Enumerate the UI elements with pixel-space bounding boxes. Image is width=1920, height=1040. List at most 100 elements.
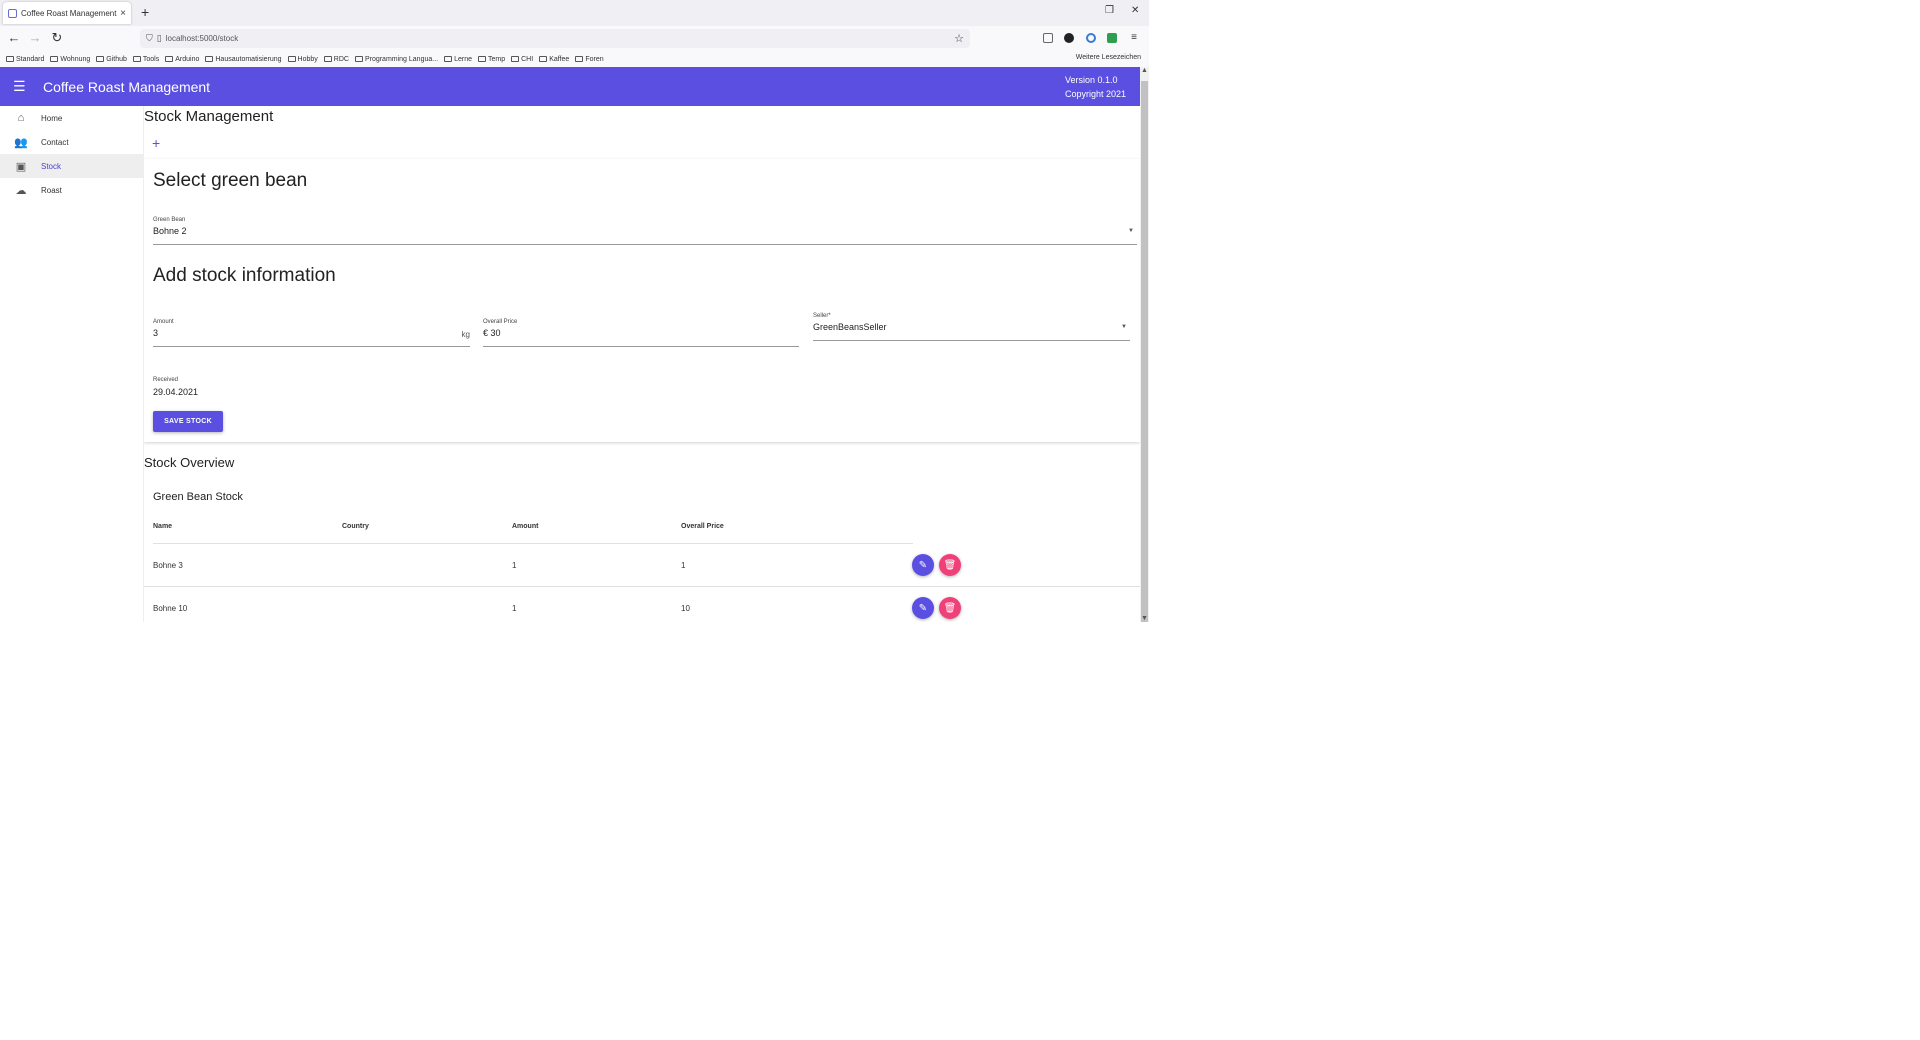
bookmark-item[interactable]: Programming Langua... [354, 56, 438, 63]
bookmark-item[interactable]: Github [96, 56, 127, 63]
forward-icon[interactable]: → [27, 30, 43, 46]
url-text[interactable]: localhost:5000/stock [166, 34, 954, 43]
browser-tab[interactable]: Coffee Roast Management × [3, 2, 131, 24]
extension-green-icon[interactable] [1107, 33, 1117, 43]
page-title: Stock Management [144, 108, 274, 125]
bookmark-item[interactable]: Wohnung [50, 56, 90, 63]
page-scrollbar[interactable]: ▲ ▼ [1140, 67, 1149, 622]
app-title: Coffee Roast Management [43, 79, 211, 95]
stock-overview-heading: Stock Overview [144, 455, 235, 470]
scrollbar-thumb[interactable] [1141, 81, 1148, 622]
dropdown-arrow-icon: ▼ [1121, 324, 1127, 330]
table-row: Bohne 10 1 10 ✎ 🗑 [144, 587, 1140, 622]
cell-overall-price: 10 [681, 604, 690, 613]
green-bean-value: Bohne 2 [153, 226, 187, 236]
bookmark-item[interactable]: Tools [132, 56, 159, 63]
edit-icon[interactable]: ✎ [912, 597, 934, 619]
edit-icon[interactable]: ✎ [912, 554, 934, 576]
save-stock-button[interactable]: SAVE STOCK [153, 411, 223, 432]
restore-window-icon[interactable]: ❐ [1105, 5, 1114, 16]
folder-icon [287, 56, 296, 62]
delete-icon[interactable]: 🗑 [939, 597, 961, 619]
bookmark-item[interactable]: Kaffee [539, 56, 569, 63]
seller-label: Seller* [813, 313, 831, 319]
folder-icon [132, 56, 141, 62]
version-info: Version 0.1.0 Copyright 2021 [1065, 73, 1126, 101]
other-bookmarks[interactable]: Weitere Lesezeichen [1076, 54, 1141, 61]
cell-name: Bohne 10 [153, 604, 188, 613]
folder-icon [6, 56, 14, 62]
delete-icon[interactable]: 🗑 [939, 554, 961, 576]
sidebar-item-label: Stock [41, 161, 62, 171]
folder-icon [323, 56, 332, 62]
new-tab-button[interactable]: + [141, 4, 149, 20]
sidebar-item-contact[interactable]: 👥 Contact [0, 130, 144, 154]
overall-price-label: Overall Price [483, 319, 518, 325]
column-header-name[interactable]: Name [153, 523, 172, 530]
tab-strip: Coffee Roast Management × + ❐ ✕ [0, 0, 1149, 26]
received-value: 29.04.2021 [153, 387, 199, 397]
bookmarks-bar: Standard Wohnung Github Tools Arduino Ha… [0, 51, 1149, 67]
bookmark-item[interactable]: Hobby [287, 56, 318, 63]
seller-value: GreenBeansSeller [813, 322, 887, 332]
folder-icon [205, 56, 214, 62]
column-header-amount[interactable]: Amount [512, 523, 538, 530]
tab-title: Coffee Roast Management [21, 8, 117, 18]
green-bean-stock-title: Green Bean Stock [153, 491, 243, 503]
cell-overall-price: 1 [681, 561, 686, 570]
folder-icon [444, 56, 453, 62]
extension-dark-icon[interactable] [1064, 33, 1074, 43]
bookmark-item[interactable]: Lerne [444, 56, 472, 63]
folder-icon [478, 56, 486, 62]
folder-icon [511, 56, 520, 62]
sidebar-item-label: Roast [41, 185, 62, 195]
column-header-country[interactable]: Country [342, 523, 369, 530]
bookmark-item[interactable]: Arduino [165, 56, 199, 63]
scroll-down-icon[interactable]: ▼ [1140, 615, 1149, 622]
bookmark-item[interactable]: Standard [6, 56, 44, 63]
seller-select[interactable]: Seller* GreenBeansSeller ▼ [813, 313, 1130, 341]
table-row: Bohne 3 1 1 ✎ 🗑 [144, 544, 1140, 587]
folder-icon [165, 56, 174, 62]
version-text: Version 0.1.0 [1064, 75, 1118, 85]
cell-amount: 1 [512, 561, 517, 570]
hamburger-menu-icon[interactable]: ☰ [13, 79, 26, 93]
select-green-bean-heading: Select green bean [153, 170, 308, 191]
tab-close-icon[interactable]: × [120, 8, 126, 19]
received-date-field[interactable]: Received 29.04.2021 [153, 377, 273, 401]
sidebar-item-home[interactable]: ⌂ Home [0, 106, 144, 130]
bookmark-item[interactable]: Foren [575, 56, 604, 63]
cell-amount: 1 [512, 604, 517, 613]
overall-price-value: € 30 [483, 328, 501, 338]
sidebar-item-roast[interactable]: ☁ Roast [0, 178, 144, 202]
app-favicon-icon [8, 8, 17, 18]
scroll-up-icon[interactable]: ▲ [1140, 67, 1149, 74]
amount-value: 3 [153, 328, 159, 338]
add-stock-icon[interactable]: + [152, 135, 160, 151]
copyright-text: Copyright 2021 [1064, 89, 1126, 99]
browser-menu-icon[interactable]: ≡ [1126, 30, 1142, 46]
amount-label: Amount [153, 319, 174, 325]
bookmark-item[interactable]: Hausautomatisierung [205, 56, 282, 63]
bookmark-item[interactable]: Temp [478, 56, 505, 63]
cloud-icon: ☁ [15, 184, 27, 197]
overall-price-field[interactable]: Overall Price € 30 [483, 319, 799, 347]
address-bar[interactable]: ⛉ ▯ localhost:5000/stock ☆ [140, 29, 970, 48]
sidebar-item-stock[interactable]: ▣ Stock [0, 154, 144, 178]
close-window-icon[interactable]: ✕ [1131, 5, 1139, 16]
column-header-overall-price[interactable]: Overall Price [681, 523, 724, 530]
received-label: Received [153, 377, 179, 383]
green-bean-select[interactable]: Green Bean Bohne 2 ▼ [153, 217, 1137, 245]
extension-blue-icon[interactable] [1086, 33, 1096, 43]
amount-field[interactable]: Amount 3 kg [153, 319, 470, 347]
bookmark-item[interactable]: CHI [511, 56, 533, 63]
pocket-icon[interactable] [1043, 33, 1053, 43]
sidebar-item-label: Contact [41, 137, 69, 147]
folder-icon [96, 56, 105, 62]
home-icon: ⌂ [17, 112, 25, 124]
back-icon[interactable]: ← [6, 30, 22, 46]
add-stock-heading: Add stock information [153, 265, 336, 286]
bookmark-star-icon[interactable]: ☆ [954, 32, 964, 45]
reload-icon[interactable]: ↻ [49, 30, 65, 46]
bookmark-item[interactable]: RDC [323, 56, 349, 63]
